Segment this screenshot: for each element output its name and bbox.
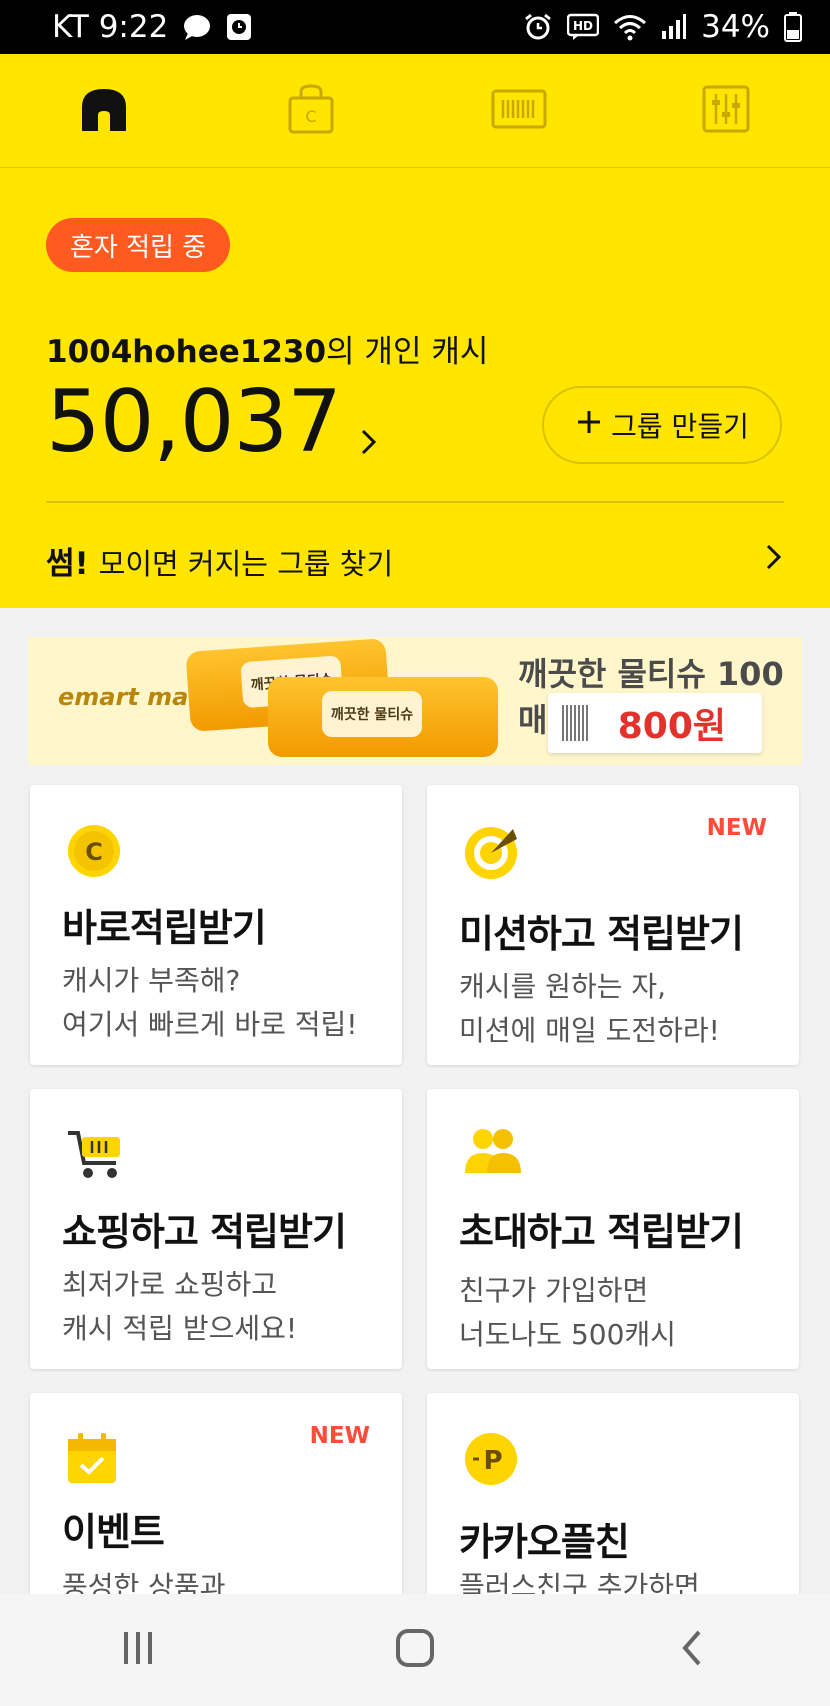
desc-line: 최저가로 쇼핑하고 bbox=[62, 1268, 277, 1301]
cart-icon bbox=[66, 1127, 122, 1183]
create-group-label: 그룹 만들기 bbox=[611, 410, 749, 443]
card-shopping-reward[interactable]: 쇼핑하고 적립받기 최저가로 쇼핑하고 캐시 적립 받으세요! bbox=[30, 1089, 402, 1369]
owner-suffix: 의 개인 캐시 bbox=[326, 334, 489, 370]
recent-apps-button[interactable] bbox=[98, 1610, 178, 1690]
plus-icon bbox=[575, 408, 603, 443]
tab-shop[interactable]: C bbox=[276, 76, 346, 146]
target-icon bbox=[463, 823, 519, 879]
home-icon bbox=[78, 85, 130, 137]
find-prefix: 썸! bbox=[46, 545, 89, 582]
chevron-right-icon bbox=[359, 378, 379, 478]
shopping-bag-icon: C bbox=[287, 83, 335, 138]
promo-banner[interactable]: emart mall 깨끗한 물티슈 깨끗한 물티슈 깨끗한 물티슈 100매 … bbox=[28, 637, 802, 765]
status-right: HD 34% bbox=[523, 9, 802, 45]
barcode-graphic bbox=[562, 705, 588, 741]
card-title: 이벤트 bbox=[62, 1510, 165, 1554]
status-bar: KT 9:22 HD 34% bbox=[0, 0, 830, 54]
svg-text:HD: HD bbox=[573, 19, 593, 33]
desc-line: 너도나도 500캐시 bbox=[459, 1318, 676, 1351]
card-title: 초대하고 적립받기 bbox=[459, 1210, 744, 1254]
brand-logo: emart mall bbox=[58, 683, 205, 711]
back-icon bbox=[677, 1628, 707, 1672]
card-desc: 캐시가 부족해? 여기서 빠르게 바로 적립! bbox=[62, 959, 358, 1047]
banner-price: 800원 bbox=[617, 706, 726, 747]
battery-percent: 34% bbox=[701, 9, 770, 45]
top-nav: C bbox=[0, 54, 830, 168]
desc-line: 미션에 매일 도전하라! bbox=[459, 1014, 720, 1047]
new-badge: NEW bbox=[309, 1423, 370, 1449]
svg-text:C: C bbox=[85, 838, 103, 866]
tab-home[interactable] bbox=[69, 76, 139, 146]
plus-friend-p-icon: P bbox=[463, 1431, 519, 1487]
cash-amount: 50,037 bbox=[46, 372, 342, 472]
owner-id: 1004hohee1230 bbox=[46, 334, 327, 370]
home-square-icon bbox=[395, 1628, 435, 1672]
desc-line: 여기서 빠르게 바로 적립! bbox=[62, 1008, 358, 1041]
status-left: KT 9:22 bbox=[52, 9, 252, 45]
card-instant-reward[interactable]: C 바로적립받기 캐시가 부족해? 여기서 빠르게 바로 적립! bbox=[30, 785, 402, 1065]
cash-balance[interactable]: 50,037 bbox=[46, 366, 379, 478]
find-group-text: 썸! 모이면 커지는 그룹 찾기 bbox=[46, 538, 393, 583]
card-desc: 최저가로 쇼핑하고 캐시 적립 받으세요! bbox=[62, 1263, 297, 1351]
barcode-icon bbox=[491, 89, 547, 133]
signal-icon bbox=[661, 13, 687, 41]
system-nav-bar bbox=[0, 1594, 830, 1706]
desc-line: 캐시가 부족해? bbox=[62, 964, 241, 997]
tab-barcode[interactable] bbox=[484, 76, 554, 146]
desc-line: 캐시를 원하는 자, bbox=[459, 970, 667, 1003]
product-image: 깨끗한 물티슈 bbox=[268, 677, 498, 757]
card-title: 미션하고 적립받기 bbox=[459, 912, 744, 956]
desc-line: 캐시 적립 받으세요! bbox=[62, 1312, 298, 1345]
find-label: 모이면 커지는 그룹 찾기 bbox=[98, 546, 394, 581]
chat-bubble-icon bbox=[182, 13, 212, 41]
card-title: 바로적립받기 bbox=[62, 906, 267, 950]
tab-settings[interactable] bbox=[691, 76, 761, 146]
owner-line: 1004hohee1230의 개인 캐시 bbox=[46, 326, 488, 371]
card-title: 카카오플친 bbox=[459, 1520, 630, 1564]
chevron-right-icon bbox=[764, 542, 784, 579]
wifi-icon bbox=[613, 13, 647, 41]
cash-summary: 혼자 적립 중 1004hohee1230의 개인 캐시 50,037 그룹 만… bbox=[0, 168, 830, 608]
carrier-time: KT 9:22 bbox=[52, 9, 169, 45]
price-tag: 800원 bbox=[548, 693, 762, 753]
coin-c-icon: C bbox=[66, 823, 122, 879]
hd-voice-icon: HD bbox=[567, 13, 600, 41]
battery-icon bbox=[784, 12, 802, 42]
home-button[interactable] bbox=[375, 1610, 455, 1690]
create-group-button[interactable]: 그룹 만들기 bbox=[542, 386, 782, 464]
pack-label: 깨끗한 물티슈 bbox=[322, 691, 422, 737]
divider bbox=[46, 501, 784, 503]
card-desc: 친구가 가입하면 너도나도 500캐시 bbox=[459, 1269, 676, 1357]
back-button[interactable] bbox=[652, 1610, 732, 1690]
card-desc: 캐시를 원하는 자, 미션에 매일 도전하라! bbox=[459, 965, 720, 1053]
status-pill: 혼자 적립 중 bbox=[46, 218, 231, 272]
card-mission-reward[interactable]: NEW 미션하고 적립받기 캐시를 원하는 자, 미션에 매일 도전하라! bbox=[427, 785, 799, 1065]
svg-text:P: P bbox=[483, 1446, 502, 1476]
desc-line: 친구가 가입하면 bbox=[459, 1274, 649, 1307]
svg-text:C: C bbox=[306, 107, 317, 126]
new-badge: NEW bbox=[706, 815, 767, 841]
settings-sliders-icon bbox=[702, 85, 750, 137]
calendar-icon bbox=[66, 1431, 122, 1487]
card-title: 쇼핑하고 적립받기 bbox=[62, 1210, 347, 1254]
clock-app-icon bbox=[226, 13, 252, 41]
alarm-icon bbox=[523, 12, 553, 42]
recent-apps-icon bbox=[118, 1628, 158, 1672]
card-invite-reward[interactable]: 초대하고 적립받기 친구가 가입하면 너도나도 500캐시 bbox=[427, 1089, 799, 1369]
find-group-row[interactable]: 썸! 모이면 커지는 그룹 찾기 bbox=[46, 520, 784, 600]
people-icon bbox=[463, 1127, 521, 1183]
